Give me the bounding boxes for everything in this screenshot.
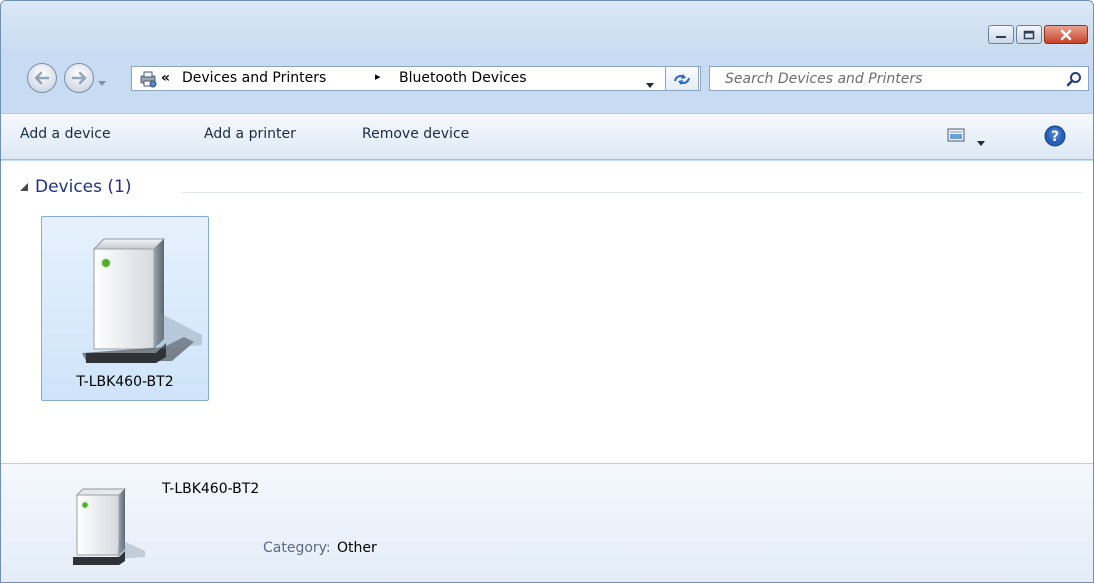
title-bar[interactable] [1,1,1093,53]
refresh-button[interactable] [665,66,699,91]
close-button[interactable] [1044,25,1088,44]
add-device-button[interactable]: Add a device [20,126,111,142]
back-arrow-icon [34,71,50,85]
add-printer-button[interactable]: Add a printer [204,126,296,142]
help-icon: ? [1044,125,1066,147]
back-button[interactable] [27,63,57,93]
minimize-button[interactable] [988,25,1014,44]
chevron-down-icon [646,83,654,88]
devices-group-header[interactable]: Devices (1) [19,177,131,197]
refresh-icon [674,73,690,85]
recent-pages-dropdown[interactable] [97,73,107,92]
change-view-icon [947,128,965,142]
maximize-button[interactable] [1016,25,1042,44]
devices-and-printers-icon [138,70,158,92]
minimize-icon [996,35,1006,38]
breadcrumb-separator[interactable]: ▸ [375,70,381,83]
search-icon [1066,71,1082,91]
collapse-triangle-icon [20,183,28,191]
breadcrumb-devices-and-printers[interactable]: Devices and Printers [182,70,326,86]
forward-button[interactable] [64,63,94,93]
search-placeholder: Search Devices and Printers [725,70,923,87]
chevron-down-icon [98,81,106,86]
details-category-label: Category: [263,540,331,556]
explorer-window: « Devices and Printers ▸ Bluetooth Devic… [0,0,1094,583]
breadcrumb-bluetooth-devices[interactable]: Bluetooth Devices [399,70,527,86]
change-view-button[interactable] [947,127,967,147]
help-button[interactable]: ? [1044,125,1066,151]
remove-device-button[interactable]: Remove device [362,126,469,142]
device-list-area[interactable]: Devices (1) T-LBK460-BT2 [1,161,1093,463]
details-pane: T-LBK460-BT2 Category: Other [1,463,1093,582]
address-dropdown[interactable] [645,75,655,94]
search-input[interactable]: Search Devices and Printers [709,66,1089,91]
group-divider [181,192,1083,193]
forward-arrow-icon [71,71,87,85]
device-item[interactable]: T-LBK460-BT2 [41,216,209,401]
svg-text:?: ? [1051,129,1059,145]
details-category-value: Other [337,540,377,556]
chevron-down-icon [977,141,985,146]
close-icon [1060,29,1072,40]
maximize-icon [1023,30,1035,39]
bluetooth-device-icon [82,238,202,363]
details-device-name: T-LBK460-BT2 [162,481,260,497]
view-dropdown[interactable] [976,133,986,152]
device-name: T-LBK460-BT2 [76,374,174,390]
address-overflow[interactable]: « [161,70,170,86]
command-bar: Add a device Add a printer Remove device… [1,113,1093,160]
caption-buttons [988,25,1088,44]
address-box[interactable]: « Devices and Printers ▸ Bluetooth Devic… [131,66,701,91]
address-bar-row: « Devices and Printers ▸ Bluetooth Devic… [1,61,1093,105]
bluetooth-device-icon [73,488,145,565]
group-title: Devices (1) [35,177,132,197]
